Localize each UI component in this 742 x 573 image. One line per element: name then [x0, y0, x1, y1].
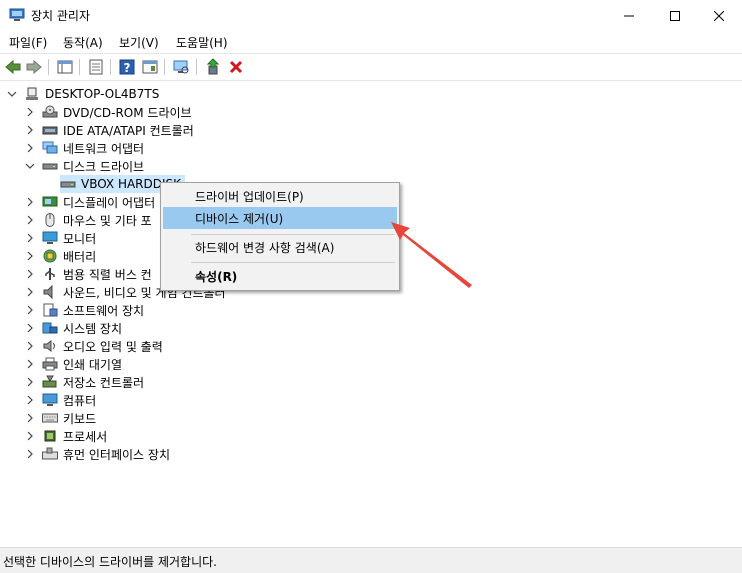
status-text: 선택한 디바이스의 드라이버를 제거합니다. [3, 555, 217, 569]
annotation-arrow-icon [391, 222, 472, 288]
status-bar: 선택한 디바이스의 드라이버를 제거합니다. [0, 547, 742, 573]
